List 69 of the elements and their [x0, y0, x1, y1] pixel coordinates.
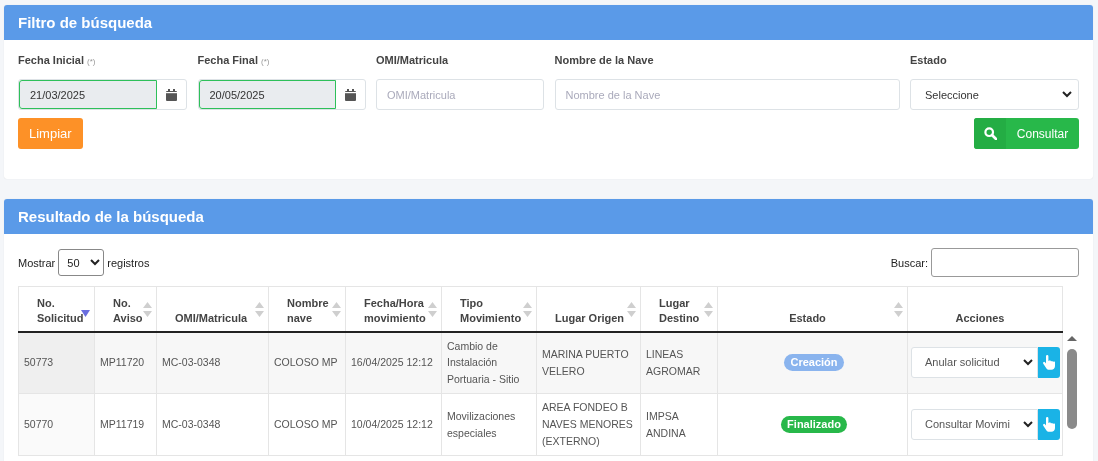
- sort-icon: [428, 301, 437, 317]
- sort-descending-icon: [81, 309, 90, 317]
- column-header[interactable]: No. Solicitud: [18, 286, 95, 332]
- search-field[interactable]: [931, 248, 1079, 277]
- select-field[interactable]: Seleccione: [910, 79, 1079, 110]
- table-cell: 50770: [18, 393, 95, 456]
- column-header[interactable]: Lugar Destino: [640, 286, 718, 332]
- show-label: Mostrar: [18, 256, 56, 269]
- caret-icon: [1023, 359, 1033, 367]
- sort-icon: [143, 301, 152, 317]
- column-header: Acciones: [907, 286, 1063, 332]
- sort-icon: [255, 301, 264, 317]
- records-label: registros: [107, 256, 150, 269]
- table-cell: MP11720: [94, 331, 157, 394]
- calendar-icon: [166, 88, 177, 101]
- field-label: Nombre de la Nave: [554, 54, 654, 66]
- sort-icon: [894, 301, 903, 317]
- sort-icon: [523, 301, 532, 317]
- page-size-select[interactable]: 50: [58, 249, 105, 276]
- action-button[interactable]: [1038, 409, 1060, 440]
- column-header[interactable]: OMI/Matricula: [156, 286, 269, 332]
- table-cell: 50773: [18, 331, 95, 394]
- status-badge: Creación: [784, 354, 844, 372]
- table-cell: MP11719: [94, 393, 157, 456]
- column-header[interactable]: Fecha/Hora movimiento: [345, 286, 442, 332]
- input-field[interactable]: OMI/Matricula: [376, 79, 544, 110]
- table-cell: COLOSO MP: [268, 331, 346, 394]
- date-field[interactable]: 20/05/2025: [197, 79, 366, 110]
- action-select[interactable]: Consultar Movimi: [911, 409, 1038, 440]
- search-label: Buscar:: [890, 256, 928, 269]
- pointer-hand-icon: [1043, 355, 1055, 371]
- input-field[interactable]: Nombre de la Nave: [554, 79, 900, 110]
- column-header[interactable]: Lugar Origen: [536, 286, 641, 332]
- panel-title: Resultado de la búsqueda: [18, 208, 204, 225]
- column-header[interactable]: Estado: [717, 286, 908, 332]
- table-cell: 16/04/2025 12:12: [345, 331, 442, 394]
- table-cell: MC-03-0348: [156, 393, 269, 456]
- table-cell: IMPSA ANDINA: [640, 393, 718, 456]
- table-cell: MC-03-0348: [156, 331, 269, 394]
- field-label: Fecha Final: [197, 54, 259, 66]
- column-header[interactable]: Tipo Movimiento: [441, 286, 537, 332]
- caret-icon: [1062, 91, 1072, 98]
- table-cell: AREA FONDEO B NAVES MENORES (EXTERNO): [536, 393, 641, 456]
- table-cell: Cambio de Instalación Portuaria - Sitio: [441, 331, 537, 394]
- table-cell: Movilizaciones especiales: [441, 393, 537, 456]
- field-label: OMI/Matricula: [376, 54, 449, 66]
- caret-icon: [90, 259, 101, 266]
- date-field[interactable]: 21/03/2025: [18, 79, 187, 110]
- table-cell: LINEAS AGROMAR: [640, 331, 718, 394]
- panel-title: Filtro de búsqueda: [18, 14, 153, 31]
- field-label: Estado: [910, 54, 947, 66]
- pointer-hand-icon: [1043, 417, 1055, 432]
- column-header[interactable]: Nombre nave: [268, 286, 346, 332]
- required-mark: (*): [87, 57, 96, 66]
- sort-icon: [627, 301, 636, 317]
- action-button[interactable]: [1038, 347, 1060, 379]
- table-cell: COLOSO MP: [268, 393, 346, 456]
- sort-icon: [332, 301, 341, 317]
- caret-icon: [1023, 421, 1033, 428]
- action-select[interactable]: Anular solicitud: [911, 347, 1038, 379]
- search-icon: [983, 127, 997, 140]
- field-label: Fecha Inicial: [18, 54, 85, 66]
- table-cell: 10/04/2025 12:12: [345, 393, 442, 456]
- sort-icon: [704, 301, 713, 317]
- status-badge: Finalizado: [781, 416, 847, 433]
- column-header[interactable]: No. Aviso: [94, 286, 157, 332]
- table-cell: MARINA PUERTO VELERO: [536, 331, 641, 394]
- calendar-icon: [344, 88, 356, 101]
- required-mark: (*): [261, 57, 270, 66]
